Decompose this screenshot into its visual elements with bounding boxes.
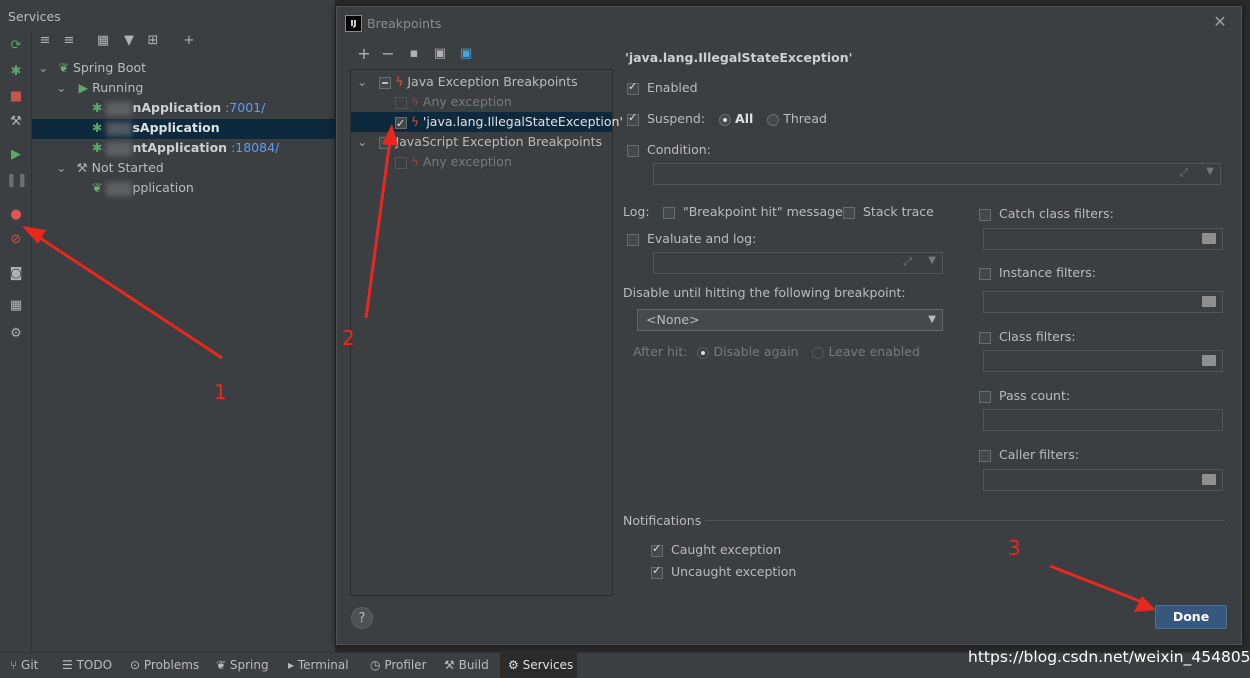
annotation-overlay	[22, 124, 1156, 612]
arrow-2	[364, 124, 398, 319]
annotation-number-2: 2	[342, 326, 355, 350]
arrow-3	[1049, 564, 1156, 612]
annotation-number-1: 1	[214, 380, 227, 404]
annotation-number-3: 3	[1008, 536, 1021, 560]
arrow-1	[22, 226, 223, 360]
